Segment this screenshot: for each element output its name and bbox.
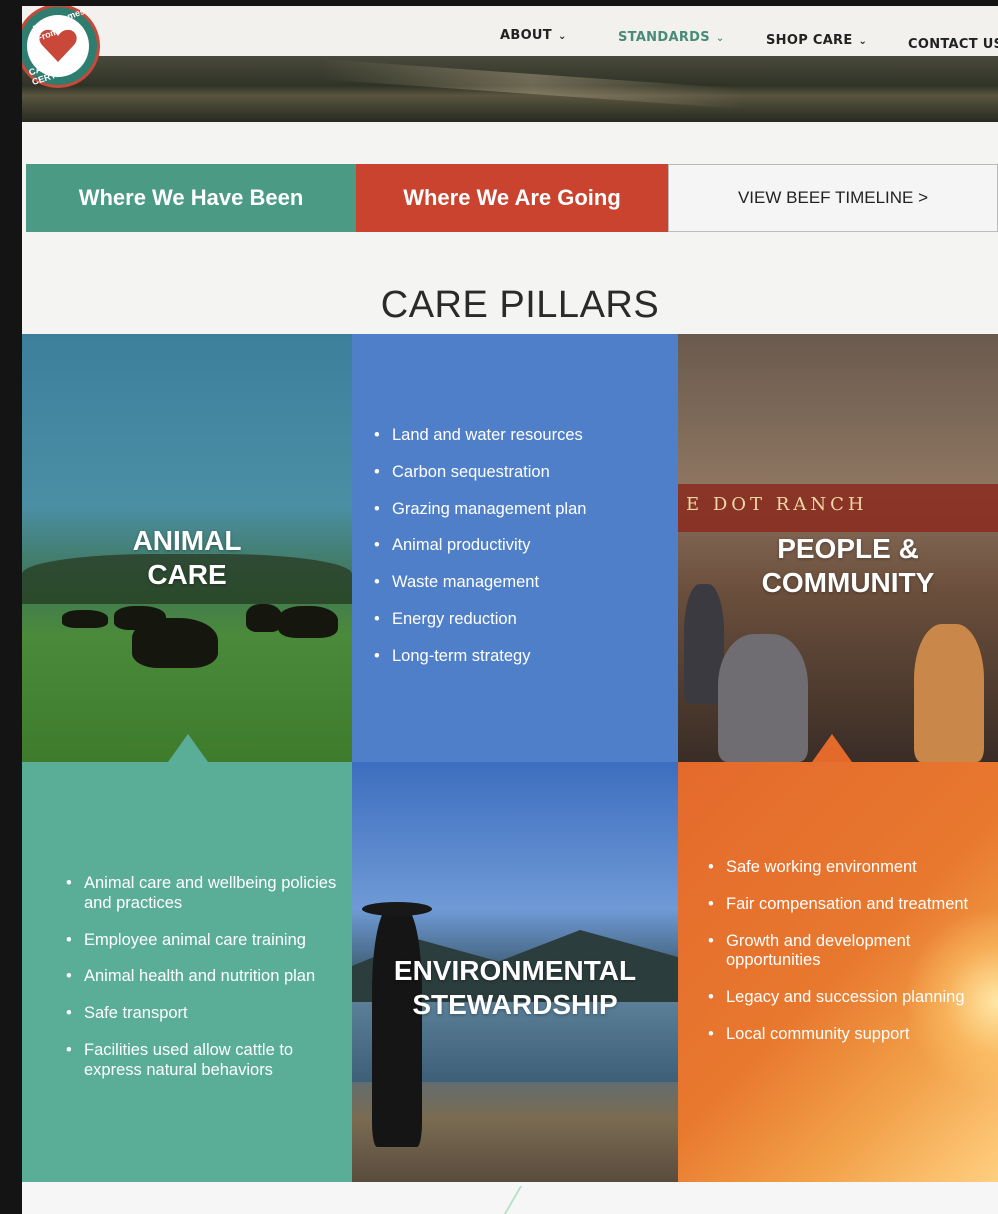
list-item: Safe transport xyxy=(66,1004,352,1024)
environmental-list-tile: Land and water resources Carbon sequestr… xyxy=(352,334,678,762)
cowboy-silhouette xyxy=(372,907,422,1147)
nav-label-shop-care: SHOP CARE xyxy=(766,33,853,48)
people-title-line2: COMMUNITY xyxy=(761,566,935,598)
nav-item-contact-us[interactable]: CONTACT US⌄ xyxy=(908,37,998,52)
nav-item-about[interactable]: ABOUT ⌄ xyxy=(500,28,567,43)
list-item: Animal health and nutrition plan xyxy=(66,967,352,987)
animal-care-list-tile: Animal care and wellbeing policies and p… xyxy=(22,762,352,1182)
nav-label-about: ABOUT xyxy=(500,28,552,43)
list-item: Land and water resources xyxy=(374,426,678,446)
pointer-arrow xyxy=(168,734,208,762)
people-community-list-tile: Safe working environment Fair compensati… xyxy=(678,762,998,1182)
environmental-title-line2: STEWARDSHIP xyxy=(412,988,618,1020)
people-community-title: PEOPLE & COMMUNITY xyxy=(718,532,978,599)
list-item: Waste management xyxy=(374,573,678,593)
tab-where-we-have-been[interactable]: Where We Have Been xyxy=(26,164,356,232)
people-title-line1: PEOPLE & xyxy=(777,533,919,564)
person-silhouette xyxy=(718,634,808,762)
view-beef-timeline-link[interactable]: VIEW BEEF TIMELINE > xyxy=(668,164,998,232)
person-silhouette xyxy=(914,624,984,762)
list-item: Animal care and wellbeing policies and p… xyxy=(66,874,352,914)
environmental-title-line1: ENVIRONMENTAL xyxy=(393,955,637,986)
nav-label-standards: STANDARDS xyxy=(618,30,710,45)
animal-care-title-line1: ANIMAL xyxy=(132,525,242,556)
chevron-down-icon: ⌄ xyxy=(858,36,868,47)
top-navigation: Food Comes From CARE CERTIFIED ABOUT ⌄ ST… xyxy=(22,6,998,88)
animal-care-list: Animal care and wellbeing policies and p… xyxy=(66,874,352,1098)
list-item: Local community support xyxy=(708,1025,998,1045)
list-item: Employee animal care training xyxy=(66,931,352,951)
cow-silhouette xyxy=(278,606,338,638)
cow-silhouette xyxy=(132,618,218,668)
list-item: Carbon sequestration xyxy=(374,463,678,483)
list-item: Grazing management plan xyxy=(374,500,678,520)
environmental-list: Land and water resources Carbon sequestr… xyxy=(374,426,678,684)
list-item: Long-term strategy xyxy=(374,647,678,667)
people-community-image-tile[interactable]: E DOT RANCH PEOPLE & COMMUNITY xyxy=(678,334,998,762)
people-community-list: Safe working environment Fair compensati… xyxy=(708,858,998,1062)
nav-label-contact-us: CONTACT US xyxy=(908,37,998,52)
list-item: Growth and development opportunities xyxy=(708,932,998,972)
animal-care-title-line2: CARE xyxy=(147,558,227,590)
animal-care-image-tile[interactable]: ANIMAL CARE xyxy=(22,334,352,762)
list-item: Animal productivity xyxy=(374,536,678,556)
list-item: Energy reduction xyxy=(374,610,678,630)
chevron-down-icon: ⌄ xyxy=(557,31,567,42)
environmental-title: ENVIRONMENTAL STEWARDSHIP xyxy=(352,954,678,1021)
hero-landscape-image xyxy=(22,56,998,122)
hat-silhouette xyxy=(362,902,432,916)
restaurant-sign-text: E DOT RANCH xyxy=(686,494,868,515)
chevron-down-icon: ⌄ xyxy=(715,33,725,44)
browser-screen: Food Comes From CARE CERTIFIED ABOUT ⌄ ST… xyxy=(22,6,998,1214)
pointer-arrow xyxy=(812,734,852,762)
list-item: Fair compensation and treatment xyxy=(708,895,998,915)
animal-care-title: ANIMAL CARE xyxy=(22,524,352,591)
list-item: Facilities used allow cattle to express … xyxy=(66,1041,352,1081)
nav-item-standards[interactable]: STANDARDS ⌄ xyxy=(618,30,725,45)
next-section-preview xyxy=(22,1182,998,1214)
section-title: CARE PILLARS xyxy=(380,284,660,326)
nav-item-shop-care[interactable]: SHOP CARE ⌄ xyxy=(766,33,867,48)
cow-silhouette xyxy=(246,604,282,632)
environmental-image-tile[interactable]: ENVIRONMENTAL STEWARDSHIP xyxy=(352,762,678,1182)
tab-where-we-are-going[interactable]: Where We Are Going xyxy=(356,164,668,232)
list-item: Legacy and succession planning xyxy=(708,988,998,1008)
list-item: Safe working environment xyxy=(708,858,998,878)
cow-silhouette xyxy=(62,610,108,628)
